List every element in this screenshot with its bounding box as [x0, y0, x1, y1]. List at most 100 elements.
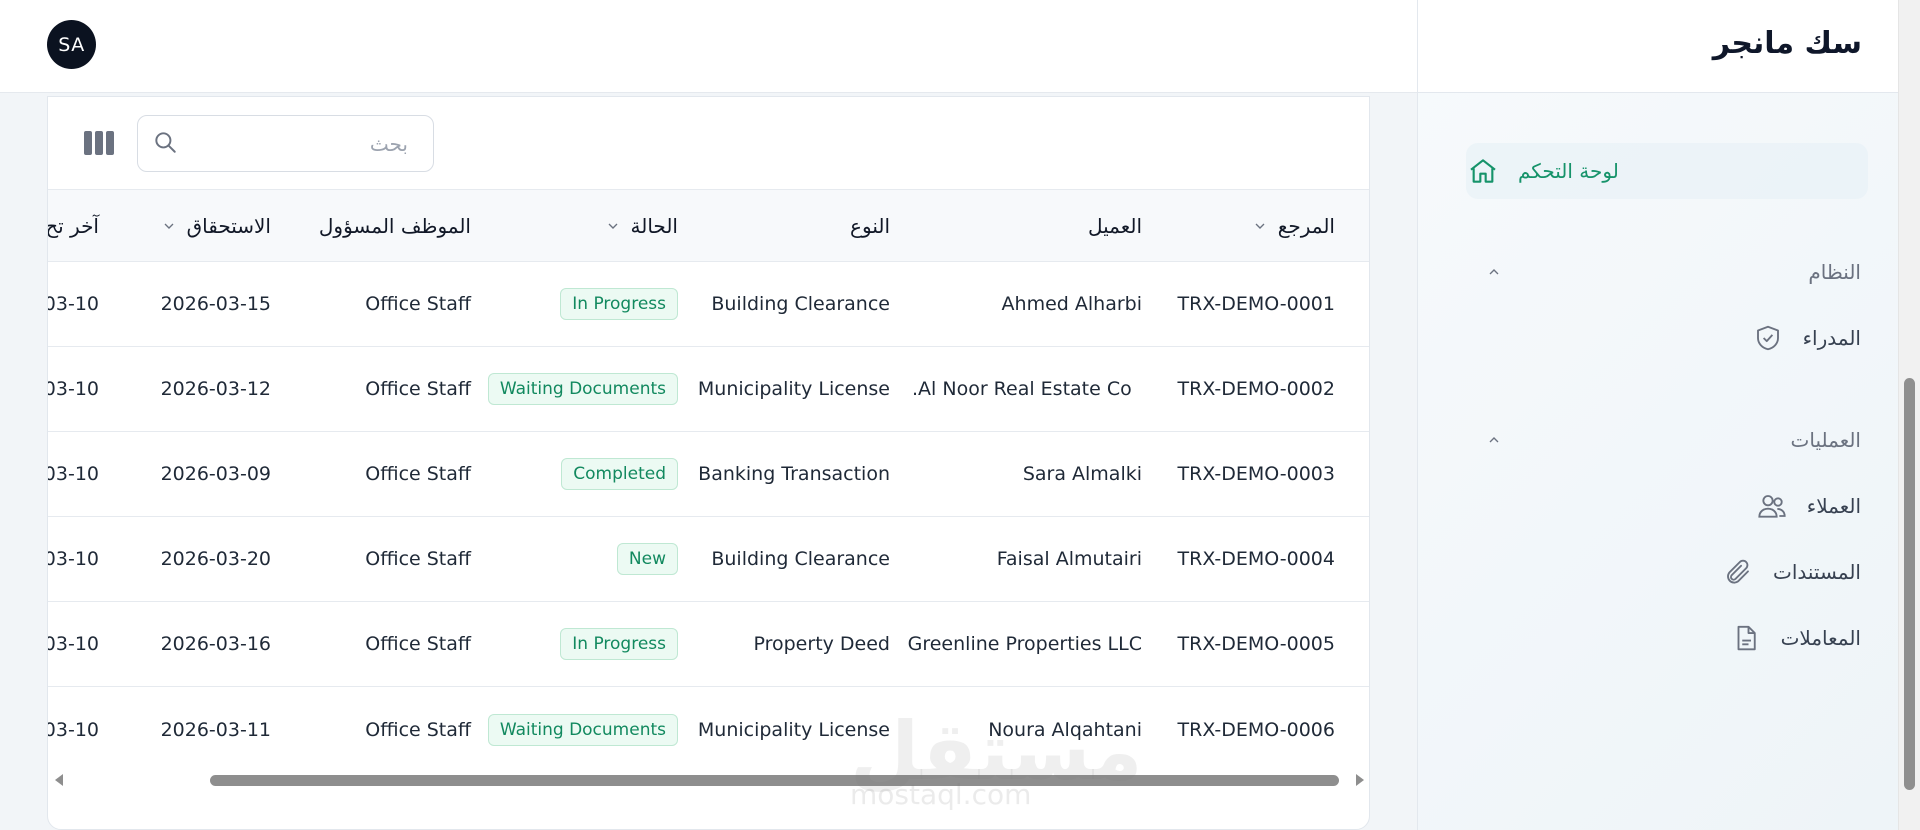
table-toolbar — [48, 97, 1369, 189]
table-horizontal-scrollbar[interactable] — [48, 769, 1369, 791]
column-header-label: النوع — [850, 213, 890, 238]
chevron-up-icon[interactable] — [1484, 262, 1504, 282]
scroll-left-arrow[interactable] — [55, 774, 63, 786]
cell-type: Property Deed — [753, 633, 890, 655]
cell-last-update: 03-10 — [47, 293, 99, 315]
home-icon — [1466, 154, 1500, 188]
cell-due: 2026-03-16 — [160, 633, 271, 655]
transactions-card: المرجع العميل النوع الحالة الموظف المسؤو… — [47, 96, 1370, 830]
cell-staff: Office Staff — [365, 718, 471, 741]
cell-staff: Office Staff — [365, 548, 471, 570]
table-row[interactable]: TRX-DEMO-0001 Ahmed Alharbi Building Cle… — [47, 262, 1369, 347]
chevron-up-icon[interactable] — [1484, 430, 1504, 450]
sidebar: سك مانجر لوحة التحكم النظام المدراء العم… — [1417, 0, 1899, 830]
scroll-right-arrow[interactable] — [1356, 774, 1364, 786]
table-row[interactable]: TRX-DEMO-0004 Faisal Almutairi Building … — [47, 517, 1369, 602]
table-row[interactable]: TRX-DEMO-0002 Al Noor Real Estate Co. Mu… — [48, 347, 1369, 432]
cell-due: 2026-03-15 — [160, 293, 271, 315]
cell-client: Greenline Properties LLC — [907, 633, 1142, 655]
column-header-due[interactable]: الاستحقاق — [121, 190, 271, 261]
cell-reference: TRX-DEMO-0001 — [1177, 293, 1335, 315]
cell-last-update: 03-10 — [47, 548, 99, 570]
column-header-label: المرجع — [1277, 213, 1335, 238]
column-header-staff[interactable]: الموظف المسؤول — [271, 190, 471, 261]
cell-staff: Office Staff — [365, 378, 471, 400]
chevron-down-icon[interactable] — [605, 218, 621, 234]
cell-due: 2026-03-20 — [160, 548, 271, 570]
cell-reference: TRX-DEMO-0006 — [1177, 718, 1335, 741]
status-badge: New — [616, 543, 678, 575]
status-badge: In Progress — [560, 288, 678, 320]
search-icon — [152, 129, 178, 159]
document-icon — [1729, 621, 1763, 655]
cell-status: Waiting Documents — [458, 687, 678, 772]
brand-title: سك مانجر — [1712, 26, 1862, 61]
chevron-down-icon[interactable] — [1252, 218, 1268, 234]
section-system[interactable]: النظام — [1484, 257, 1861, 287]
chevron-down-icon[interactable] — [161, 218, 177, 234]
cell-due: 2026-03-12 — [160, 378, 271, 400]
cell-staff: Office Staff — [365, 633, 471, 655]
cell-last-update: 03-10 — [47, 718, 99, 741]
column-header-label: الموظف المسؤول — [318, 213, 471, 238]
cell-client: Faisal Almutairi — [996, 548, 1142, 570]
top-header: SA — [0, 0, 1417, 93]
column-bar — [84, 131, 92, 155]
sidebar-item-transactions[interactable]: المعاملات — [1729, 613, 1861, 663]
brand-area: سك مانجر — [1418, 0, 1899, 93]
paperclip-icon — [1721, 555, 1755, 589]
cell-staff: Office Staff — [365, 463, 471, 485]
status-badge: Completed — [561, 458, 678, 490]
column-header-type[interactable]: النوع — [670, 190, 890, 261]
watermark-url: mostaql.com — [850, 778, 1032, 811]
cell-reference: TRX-DEMO-0002 — [1177, 378, 1335, 400]
status-badge: Waiting Documents — [487, 713, 678, 746]
section-title: النظام — [1808, 260, 1861, 284]
table-row[interactable]: TRX-DEMO-0003 Sara Almalki Banking Trans… — [47, 432, 1369, 517]
column-header-reference[interactable]: المرجع — [1145, 190, 1335, 261]
cell-reference: TRX-DEMO-0005 — [1177, 633, 1335, 655]
sidebar-item-admins[interactable]: المدراء — [1751, 313, 1861, 363]
cell-status: Completed — [458, 432, 678, 516]
column-header-last-update[interactable]: آخر تح — [47, 190, 99, 261]
search-box[interactable] — [137, 115, 434, 172]
cell-client: Al Noor Real Estate Co. — [912, 378, 1132, 400]
sidebar-item-dashboard[interactable]: لوحة التحكم — [1466, 143, 1868, 199]
table-scrollbar-thumb[interactable] — [210, 775, 1339, 786]
section-operations[interactable]: العمليات — [1484, 425, 1861, 455]
cell-reference: TRX-DEMO-0004 — [1177, 548, 1335, 570]
column-header-status[interactable]: الحالة — [458, 190, 678, 261]
avatar[interactable]: SA — [47, 20, 96, 69]
cell-reference: TRX-DEMO-0003 — [1177, 463, 1335, 485]
column-header-client[interactable]: العميل — [912, 190, 1142, 261]
page-scrollbar-thumb[interactable] — [1904, 378, 1915, 790]
page-scrollbar[interactable] — [1898, 0, 1920, 830]
cell-type: Banking Transaction — [698, 463, 890, 485]
column-header-label: الحالة — [630, 213, 678, 238]
columns-toggle-button[interactable] — [84, 131, 114, 155]
sidebar-item-label: العملاء — [1806, 494, 1861, 518]
status-badge: In Progress — [560, 628, 678, 660]
column-header-label: آخر تح — [47, 213, 99, 238]
column-header-label: الاستحقاق — [186, 213, 271, 238]
sidebar-item-documents[interactable]: المستندات — [1721, 547, 1861, 597]
cell-due: 2026-03-09 — [160, 463, 271, 485]
transactions-table: المرجع العميل النوع الحالة الموظف المسؤو… — [47, 189, 1369, 772]
table-row[interactable]: TRX-DEMO-0005 Greenline Properties LLC P… — [48, 602, 1369, 687]
cell-status: Waiting Documents — [458, 347, 678, 431]
sidebar-item-clients[interactable]: العملاء — [1755, 481, 1861, 531]
table-row[interactable]: TRX-DEMO-0006 Noura Alqahtani Municipali… — [47, 687, 1369, 772]
column-header-label: العميل — [1087, 213, 1142, 238]
status-badge: Waiting Documents — [487, 373, 678, 405]
cell-last-update: 03-10 — [47, 463, 99, 485]
cell-staff: Office Staff — [365, 293, 471, 315]
cell-type: Building Clearance — [711, 293, 890, 315]
search-input[interactable] — [188, 131, 408, 156]
cell-due: 2026-03-11 — [160, 718, 271, 741]
column-bar — [106, 131, 114, 155]
sidebar-item-label: لوحة التحكم — [1518, 159, 1619, 183]
section-title: العمليات — [1790, 428, 1861, 452]
cell-status: In Progress — [458, 602, 678, 686]
cell-status: New — [458, 517, 678, 601]
cell-client: Sara Almalki — [1022, 463, 1142, 485]
